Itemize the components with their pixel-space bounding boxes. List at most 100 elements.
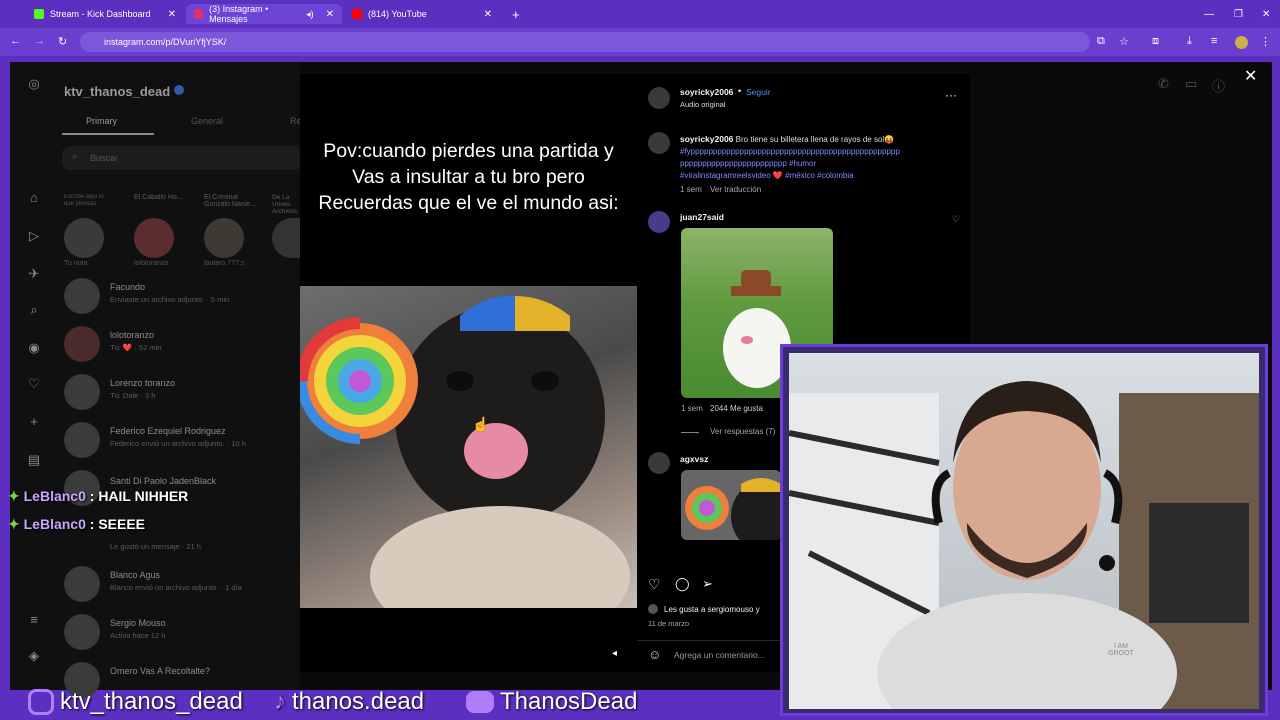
thread-item[interactable]: lolotoranzo Tú: ❤️ · 52 min (64, 326, 304, 366)
thread-item[interactable]: Lorenzo toranzo Tú: Dale · 3 h (64, 374, 304, 414)
heart-icon[interactable]: ♡ (26, 376, 42, 392)
view-replies-link[interactable]: Ver respuestas (7) (710, 427, 775, 436)
tab-general[interactable]: General (191, 116, 223, 126)
note-item[interactable]: De La Urives Archivos (272, 194, 300, 258)
video-call-icon[interactable]: ▭ (1185, 76, 1197, 92)
thread-preview: Blanco envió un archivo adjunto. · 1 día (110, 583, 242, 592)
comment-avatar[interactable] (648, 211, 670, 233)
home-icon[interactable]: ⌂ (26, 190, 42, 206)
url-text: instagram.com/p/DVuriYfjYSK/ (104, 37, 227, 47)
chat-text: : HAIL NIHHER (89, 488, 189, 504)
hashtag-line[interactable]: #fyppppppppppppppppppppppppppppppppppppp… (680, 147, 900, 156)
close-modal-icon[interactable]: ✕ (1244, 66, 1257, 86)
comment-user[interactable]: agxvsz (680, 454, 708, 464)
install-icon[interactable]: ⧉ (1097, 35, 1105, 48)
url-field[interactable]: instagram.com/p/DVuriYfjYSK/ (80, 32, 1090, 52)
note-item[interactable]: Escribe aquí lo que piensas Tu nota (64, 194, 110, 267)
note-text: El Criminal Gonzalo Nasie... (204, 194, 256, 208)
liked-by-text[interactable]: Les gusta a sergiomouso y (664, 605, 760, 614)
messages-icon[interactable]: ✈ (26, 266, 42, 282)
dm-username[interactable]: ktv_thanos_dead (64, 84, 170, 99)
emoji-icon[interactable]: ☺ (648, 647, 661, 662)
chat-message: ✦ LeBlanc0 : SEEEE (8, 516, 145, 533)
kebab-menu-icon[interactable]: ⋮ (1260, 35, 1271, 48)
pug-thumbnail (685, 478, 781, 540)
author-name[interactable]: soyricky2006 (680, 87, 733, 97)
follow-button[interactable]: Seguir (746, 87, 771, 97)
thread-name: Lorenzo toranzo (110, 378, 176, 388)
webcam-overlay: I AM GROOT (780, 344, 1268, 716)
search-input[interactable]: ⌕ Buscar (62, 146, 302, 170)
verified-icon (174, 85, 184, 95)
caption-line: Pov:cuando pierdes una partida y (323, 140, 614, 162)
dashboard-icon[interactable]: ▤ (26, 452, 42, 468)
audio-icon[interactable]: ◂) (306, 9, 314, 20)
chat-user: LeBlanc0 (23, 488, 86, 504)
hashtag-line[interactable]: pppppppppppppppppppppppp #humor (680, 159, 816, 168)
back-icon[interactable]: ← (10, 35, 21, 47)
tab-kick[interactable]: Stream - Kick Dashboard ✕ (26, 4, 184, 24)
tiktok-icon: ♪ (274, 688, 286, 715)
forward-icon[interactable]: → (34, 35, 45, 47)
download-icon[interactable]: ⤓ (1187, 35, 1192, 48)
translate-link[interactable]: Ver traducción (710, 185, 761, 194)
volume-icon[interactable]: ◂ (612, 648, 617, 659)
comment-icon[interactable]: ◯ (675, 576, 690, 592)
tab-primary[interactable]: Primary (86, 116, 117, 126)
caption-line: Vas a insultar a tu bro pero (352, 166, 585, 188)
thread-item[interactable]: Blanco Agus Blanco envió un archivo adju… (64, 566, 304, 606)
more-options-icon[interactable]: ··· (945, 88, 957, 102)
share-icon[interactable]: ➢ (702, 576, 713, 592)
note-item[interactable]: El Criminal Gonzalo Nasie... lautaro.777… (204, 194, 264, 267)
menu-list-icon[interactable]: ≡ (1211, 35, 1217, 47)
comment-user[interactable]: juan27said (680, 212, 724, 222)
extensions-icon[interactable]: ⧈ (1152, 35, 1159, 48)
reels-icon[interactable]: ▷ (26, 228, 42, 244)
close-icon[interactable]: ✕ (168, 9, 176, 20)
close-icon[interactable]: ✕ (484, 9, 492, 20)
tab-youtube[interactable]: (814) YouTube ✕ (344, 4, 500, 24)
comment-input[interactable]: Agrega un comentario... (674, 650, 784, 660)
hashtag-line[interactable]: #viralinstagramreelsvideo ❤️ #méxico #co… (680, 171, 854, 180)
profile-avatar[interactable] (1235, 36, 1248, 49)
close-icon[interactable]: ✕ (326, 9, 334, 20)
pug-illustration (300, 295, 630, 608)
comment-image-pug[interactable] (681, 470, 781, 540)
audio-label[interactable]: Audio original (680, 100, 725, 109)
comment-likes[interactable]: 2044 Me gusta (710, 404, 763, 413)
window-close-icon[interactable]: ✕ (1254, 4, 1278, 24)
streamer-illustration (789, 381, 1259, 709)
note-name: lolotoranzo (134, 260, 169, 267)
caption-avatar[interactable] (648, 132, 670, 154)
more-menu-icon[interactable]: ≡ (26, 612, 42, 628)
reel-video[interactable]: Pov:cuando pierdes una partida y Vas a i… (300, 74, 637, 672)
chat-text: : SEEEE (89, 516, 146, 532)
comment-avatar[interactable] (648, 452, 670, 474)
phone-icon[interactable]: ✆ (1158, 76, 1169, 92)
thread-item[interactable]: Federico Ezequiel Rodriguez Federico env… (64, 422, 304, 462)
avatar (64, 218, 104, 258)
minimize-icon[interactable]: — (1196, 4, 1222, 24)
search-icon[interactable]: ⌕ (26, 302, 42, 318)
thread-name: Blanco Agus (110, 570, 161, 580)
new-tab-button[interactable]: + (504, 4, 524, 24)
like-icon[interactable]: ♡ (648, 576, 661, 593)
explore-icon[interactable]: ◉ (26, 340, 42, 356)
social-item: ktv_thanos_dead (28, 688, 243, 716)
instagram-logo-icon[interactable]: ◎ (26, 76, 42, 92)
thread-item[interactable]: Sergio Mouso Activo hace 12 h (64, 614, 304, 654)
like-comment-icon[interactable]: ♡ (952, 214, 960, 225)
note-item[interactable]: El Caballo Ho... lolotoranzo (134, 194, 194, 267)
threads-icon[interactable]: ◈ (26, 648, 42, 664)
caption-author[interactable]: soyricky2006 (680, 134, 733, 144)
author-avatar[interactable] (648, 87, 670, 109)
bookmark-icon[interactable]: ☆ (1119, 35, 1129, 48)
thread-item[interactable]: Facundo Enviaste un archivo adjunto. · 5… (64, 278, 304, 318)
maximize-icon[interactable]: ❐ (1226, 4, 1251, 24)
avatar (64, 374, 100, 410)
create-icon[interactable]: + (26, 414, 42, 430)
caption-line: Recuerdas que el ve el mundo asi: (318, 192, 619, 214)
tab-instagram[interactable]: (3) Instagram • Mensajes ◂) ✕ (186, 4, 342, 24)
info-icon[interactable]: ⓘ (1212, 76, 1225, 95)
reload-icon[interactable]: ↻ (58, 35, 67, 48)
